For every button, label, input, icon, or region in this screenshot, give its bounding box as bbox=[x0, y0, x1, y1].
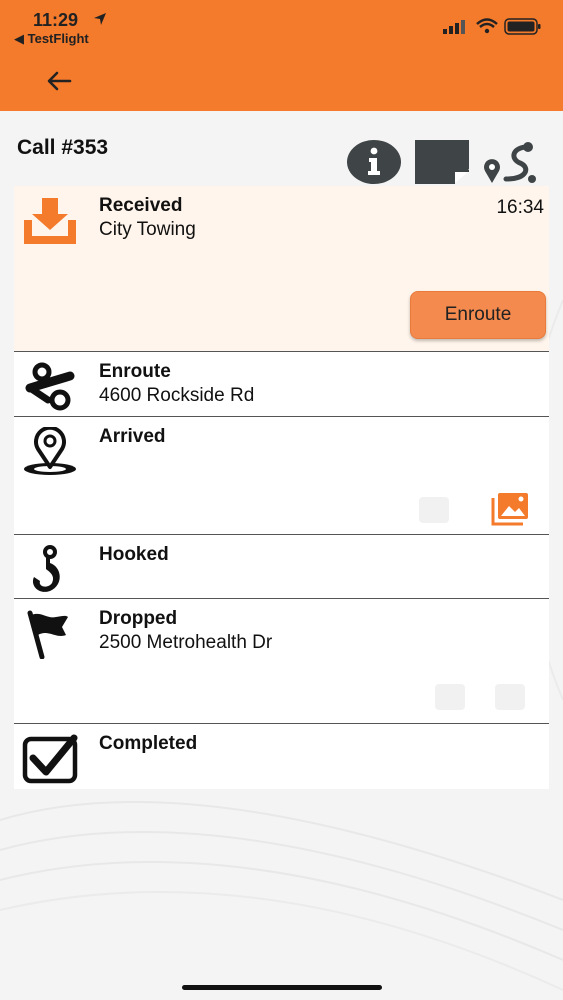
faint-camera-button[interactable] bbox=[419, 497, 449, 523]
checkbox-icon bbox=[22, 734, 78, 784]
home-indicator bbox=[182, 985, 382, 990]
top-bar: 11:29 ◀ TestFlight bbox=[0, 0, 563, 111]
enroute-button[interactable]: Enroute bbox=[410, 291, 546, 339]
route-icon[interactable] bbox=[482, 139, 538, 185]
company-name: City Towing bbox=[99, 219, 196, 240]
status-row-enroute: Enroute 4600 Rockside Rd bbox=[14, 352, 549, 417]
flag-icon bbox=[27, 610, 68, 659]
status-label: Enroute bbox=[99, 361, 171, 382]
battery-icon bbox=[504, 18, 541, 35]
tow-truck-icon bbox=[25, 362, 75, 411]
status-label: Arrived bbox=[99, 426, 166, 447]
status-label: Received bbox=[99, 195, 183, 216]
enroute-address: 4600 Rockside Rd bbox=[99, 385, 255, 406]
status-indicators bbox=[443, 18, 541, 35]
status-row-completed: Completed bbox=[14, 724, 549, 789]
received-time: 16:34 bbox=[496, 197, 544, 218]
info-icon[interactable] bbox=[346, 139, 402, 185]
photos-icon[interactable] bbox=[491, 492, 529, 526]
faint-camera-button[interactable] bbox=[435, 684, 465, 710]
hook-icon bbox=[32, 545, 60, 592]
status-row-dropped: Dropped 2500 Metrohealth Dr bbox=[14, 599, 549, 724]
status-label: Hooked bbox=[99, 544, 169, 565]
status-row-hooked: Hooked bbox=[14, 535, 549, 599]
back-to-app-link[interactable]: ◀ TestFlight bbox=[14, 31, 89, 47]
back-arrow-icon[interactable] bbox=[44, 66, 74, 96]
status-row-arrived: Arrived bbox=[14, 417, 549, 535]
dropped-address: 2500 Metrohealth Dr bbox=[99, 632, 273, 653]
wifi-icon bbox=[476, 18, 498, 34]
signal-icon bbox=[443, 20, 465, 34]
status-label: Dropped bbox=[99, 608, 178, 629]
page-title: Call #353 bbox=[17, 136, 109, 159]
location-arrow-icon bbox=[94, 13, 106, 25]
status-row-received: Received City Towing 16:34 Enroute bbox=[14, 186, 549, 352]
download-icon bbox=[24, 198, 76, 244]
map-pin-icon bbox=[24, 427, 76, 475]
status-label: Completed bbox=[99, 733, 198, 754]
faint-photos-button[interactable] bbox=[495, 684, 525, 710]
status-list: Received City Towing 16:34 Enroute Enrou… bbox=[14, 186, 549, 789]
status-time: 11:29 bbox=[33, 10, 79, 30]
note-icon[interactable] bbox=[414, 139, 470, 185]
